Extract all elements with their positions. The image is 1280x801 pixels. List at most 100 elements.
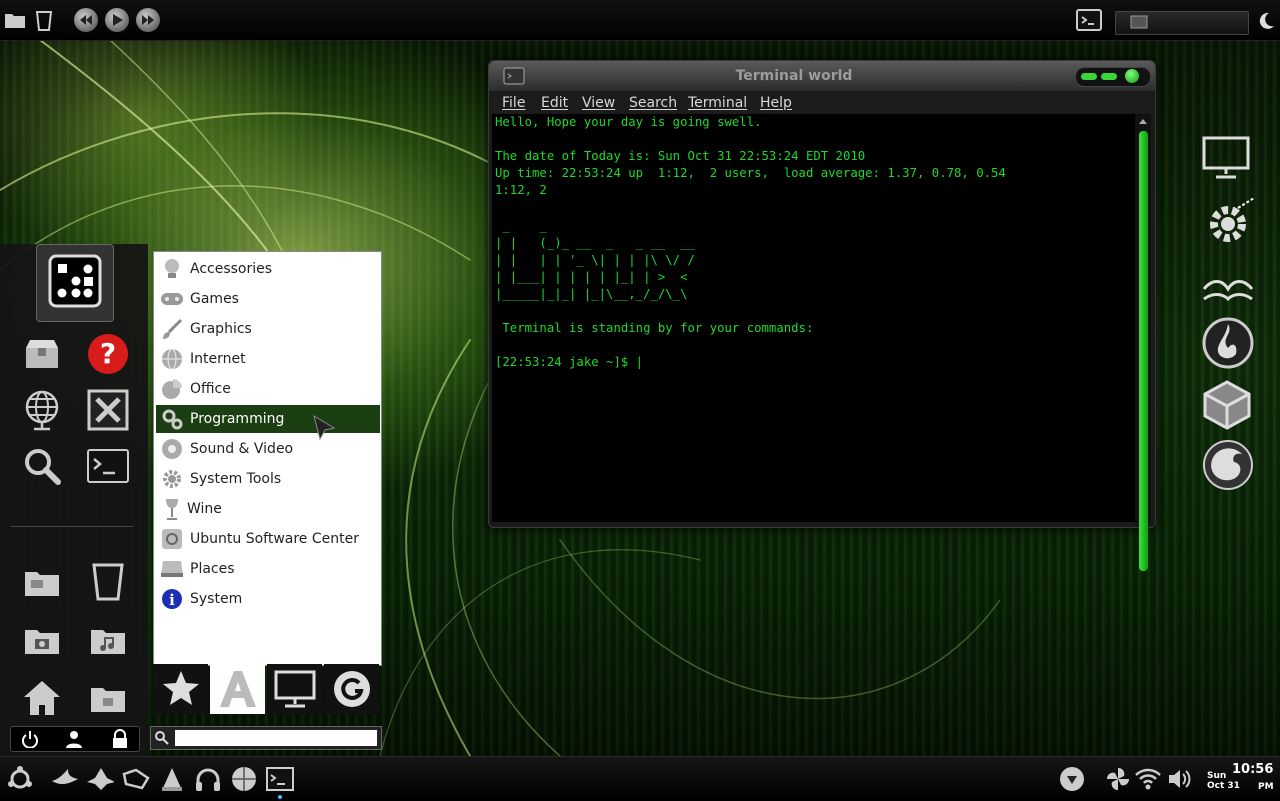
network-globe-icon[interactable] <box>20 388 64 432</box>
tab-computer[interactable] <box>267 664 322 714</box>
terminal-scrollbar-thumb[interactable] <box>1139 131 1148 571</box>
tab-recent[interactable] <box>324 664 379 714</box>
menu-search[interactable]: Search <box>629 95 677 111</box>
globe-icon <box>159 346 185 372</box>
media-icon <box>159 436 185 462</box>
menu-item-office[interactable]: Office <box>156 375 380 403</box>
burner-icon[interactable] <box>1200 317 1254 369</box>
power-icon[interactable] <box>21 730 39 748</box>
ascii-art-line: _ _ <box>495 219 547 233</box>
menu-item-label: Accessories <box>190 261 273 277</box>
menu-item-games[interactable]: Games <box>156 285 380 313</box>
app-grid-button[interactable] <box>36 244 114 322</box>
minimize-button[interactable] <box>1081 73 1097 80</box>
trash-icon[interactable] <box>86 560 130 604</box>
menu-item-programming[interactable]: Programming <box>156 405 380 433</box>
play-icon[interactable] <box>105 8 129 32</box>
menu-item-places[interactable]: Places <box>156 555 380 583</box>
search-icon[interactable] <box>20 444 64 488</box>
menu-item-wine[interactable]: Wine <box>156 495 380 523</box>
close-button[interactable] <box>1125 69 1139 83</box>
clock-day: Sun <box>1207 771 1227 781</box>
terminal-icon[interactable] <box>86 444 130 488</box>
menu-file[interactable]: File <box>502 95 525 111</box>
pictures-folder-icon[interactable] <box>20 618 64 662</box>
help-icon[interactable]: ? <box>86 332 130 376</box>
tab-favorites[interactable] <box>153 664 208 714</box>
running-indicator <box>278 795 282 799</box>
update-notifier-icon[interactable] <box>1058 765 1086 793</box>
terminal-output[interactable]: Hello, Hope your day is going swell. The… <box>492 114 1135 522</box>
tab-applications[interactable] <box>210 664 265 714</box>
ascii-art-line: | |___| | | | | |_| | > < <box>495 270 688 284</box>
recent-icon <box>333 671 370 707</box>
monitor-icon[interactable] <box>1200 132 1254 182</box>
bottom-panel: Sun Oct 31 10:56 PM <box>0 756 1280 801</box>
menu-search-input[interactable] <box>175 730 377 746</box>
menu-item-sound-video[interactable]: Sound & Video <box>156 435 380 463</box>
software-center-icon <box>159 526 185 552</box>
trash-icon[interactable] <box>34 10 54 32</box>
menu-item-system[interactable]: i System <box>156 585 380 613</box>
lock-icon[interactable] <box>111 729 129 749</box>
svg-text:i: i <box>169 591 175 609</box>
moon-icon[interactable] <box>1257 12 1275 30</box>
menu-terminal[interactable]: Terminal <box>688 95 747 111</box>
menu-view[interactable]: View <box>582 95 615 111</box>
pidgin-chat-icon[interactable] <box>122 765 150 793</box>
menu-item-label: Wine <box>187 501 222 517</box>
firefox-icon[interactable] <box>1200 440 1254 490</box>
terminal-icon[interactable] <box>266 765 294 793</box>
settings-tools-icon[interactable] <box>86 388 130 432</box>
menu-item-label: Ubuntu Software Center <box>190 531 359 547</box>
user-icon[interactable] <box>65 729 85 749</box>
clock-date: Oct 31 <box>1207 781 1240 791</box>
pinwheel-icon[interactable] <box>1104 765 1132 793</box>
menu-item-graphics[interactable]: Graphics <box>156 315 380 343</box>
virtualbox-cube-icon[interactable] <box>1200 380 1254 430</box>
terminal-line: Terminal is standing by for your command… <box>495 321 814 335</box>
mouse-cursor-icon <box>312 414 338 444</box>
wifi-icon[interactable] <box>1134 765 1162 793</box>
music-folder-icon[interactable] <box>86 618 130 662</box>
clock-time[interactable]: 10:56 <box>1232 762 1273 777</box>
volume-icon[interactable] <box>1166 765 1194 793</box>
office-birds-icon[interactable] <box>1200 262 1254 312</box>
headphones-icon[interactable] <box>194 765 222 793</box>
vlc-cone-icon[interactable] <box>158 765 186 793</box>
menu-help[interactable]: Help <box>760 95 792 111</box>
applications-menu: Accessories Games Graphics Internet Offi… <box>153 251 382 666</box>
next-track-icon[interactable] <box>136 8 160 32</box>
folder-icon[interactable] <box>86 676 130 720</box>
top-panel <box>0 0 1280 41</box>
gamepad-icon <box>159 286 185 312</box>
disc-ball-icon[interactable] <box>230 765 258 793</box>
folder-icon[interactable] <box>4 10 26 30</box>
pie-chart-icon <box>159 376 185 402</box>
terminal-titlebar[interactable]: Terminal world <box>489 61 1155 91</box>
documents-folder-icon[interactable] <box>20 560 64 604</box>
shark-icon[interactable] <box>50 765 78 793</box>
menu-item-accessories[interactable]: Accessories <box>156 255 380 283</box>
terminal-launcher-icon[interactable] <box>1076 9 1102 31</box>
gear-icon <box>159 466 185 492</box>
home-icon[interactable] <box>20 676 64 720</box>
spaceship-icon[interactable] <box>86 765 114 793</box>
wine-glass-icon <box>159 496 185 522</box>
maximize-button[interactable] <box>1101 73 1117 80</box>
package-icon[interactable] <box>20 332 64 376</box>
ascii-art-line: | | (_)_ __ _ _ __ __ <box>495 236 695 250</box>
window-list[interactable] <box>1115 11 1249 35</box>
left-dock: ? <box>0 244 148 756</box>
menu-edit[interactable]: Edit <box>541 95 568 111</box>
settings-gear-icon[interactable] <box>1200 198 1254 248</box>
menu-item-label: System <box>190 591 243 607</box>
ascii-art-line: |_____|_|_| |_|\__,_/_/\_\ <box>495 287 688 301</box>
menu-item-ubuntu-software-center[interactable]: Ubuntu Software Center <box>156 525 380 553</box>
ubuntu-logo-icon[interactable] <box>6 765 34 793</box>
terminal-line: The date of Today is: Sun Oct 31 22:53:2… <box>495 149 866 163</box>
previous-track-icon[interactable] <box>74 8 98 32</box>
paintbrush-icon <box>159 316 185 342</box>
menu-item-internet[interactable]: Internet <box>156 345 380 373</box>
menu-item-system-tools[interactable]: System Tools <box>156 465 380 493</box>
